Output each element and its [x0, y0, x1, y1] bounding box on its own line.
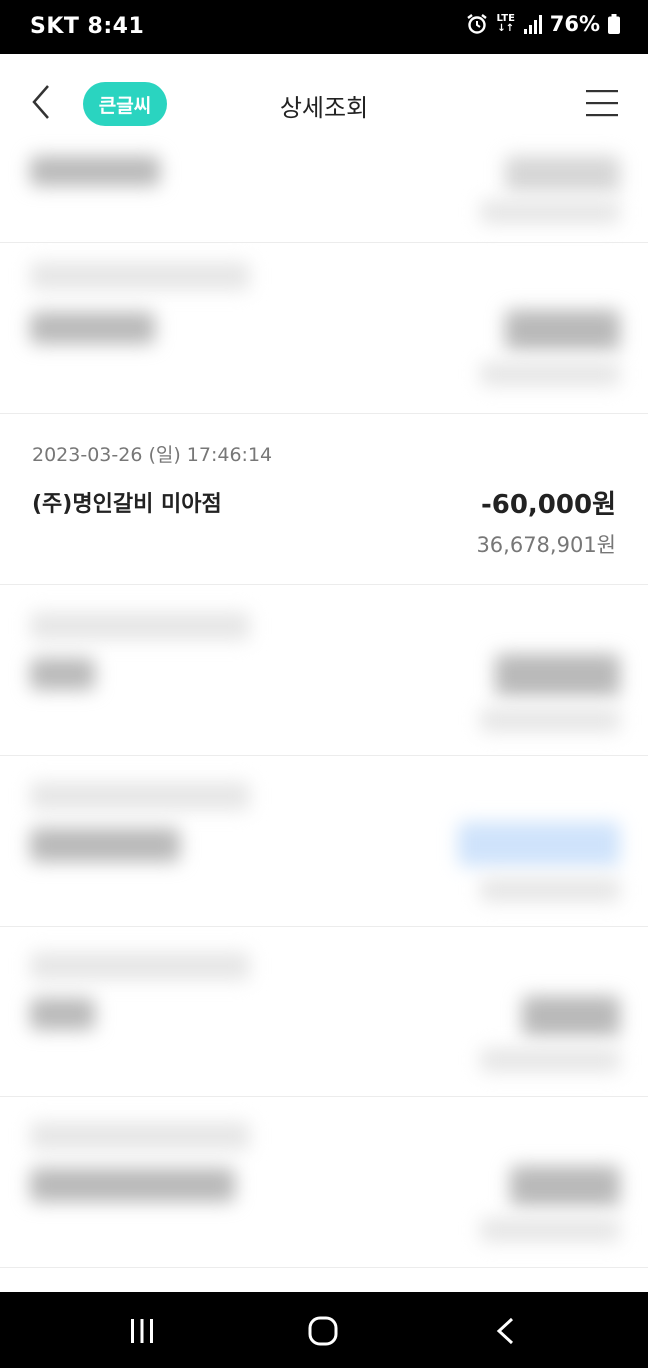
battery-icon [608, 14, 620, 34]
recent-apps-icon [131, 1319, 153, 1343]
app-header: 큰글씨 상세조회 [0, 54, 648, 150]
transaction-merchant: (주)명인갈비 미아점 [32, 492, 222, 517]
divider [0, 755, 648, 756]
signal-icon [523, 14, 542, 34]
status-bar: SKT 8:41 LTE ↓↑ 76% [0, 0, 648, 54]
big-font-button[interactable]: 큰글씨 [83, 82, 167, 126]
recent-apps-button[interactable] [128, 1318, 156, 1344]
hamburger-menu-icon [586, 90, 618, 117]
lte-icon: LTE ↓↑ [496, 13, 515, 34]
back-icon [496, 1317, 514, 1345]
home-button[interactable] [308, 1316, 338, 1346]
back-button[interactable] [24, 82, 60, 122]
chevron-left-icon [32, 85, 49, 119]
transaction-balance: 36,678,901원 [476, 533, 616, 557]
battery-percent: 76% [549, 12, 600, 36]
system-back-button[interactable] [494, 1316, 516, 1346]
home-icon [308, 1316, 338, 1346]
menu-button[interactable] [584, 88, 620, 118]
alarm-clock-icon [467, 14, 487, 34]
divider [0, 242, 648, 243]
transaction-amount: -60,000원 [480, 490, 616, 520]
divider [0, 584, 648, 585]
divider [0, 1267, 648, 1268]
divider [0, 1096, 648, 1097]
network-label: LTE [496, 13, 515, 24]
divider [0, 926, 648, 927]
status-carrier-time: SKT 8:41 [30, 14, 145, 39]
system-nav-bar [0, 1292, 648, 1368]
status-icons: LTE ↓↑ 76% [466, 12, 620, 36]
transaction-datetime: 2023-03-26 (일) 17:46:14 [32, 444, 273, 466]
transaction-item[interactable]: 2023-03-26 (일) 17:46:14 (주)명인갈비 미아점 -60,… [0, 414, 648, 584]
